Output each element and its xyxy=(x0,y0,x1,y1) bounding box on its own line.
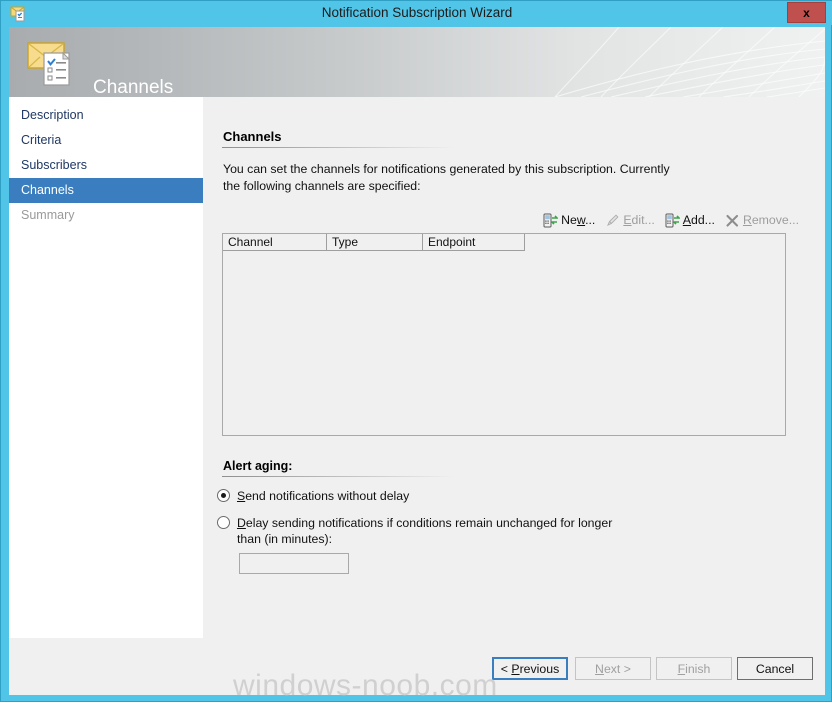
sidebar-item-label: Description xyxy=(21,108,84,122)
finish-button: Finish xyxy=(656,657,732,680)
wizard-footer: < Previous Next > Finish Cancel xyxy=(9,638,825,695)
alert-aging-title: Alert aging: xyxy=(223,459,293,473)
title-divider xyxy=(222,147,454,148)
new-channel-label: New... xyxy=(561,213,596,227)
add-channel-button[interactable]: Add... xyxy=(663,212,717,229)
add-channel-label: Add... xyxy=(682,213,715,227)
pencil-icon xyxy=(605,213,620,228)
column-header-type[interactable]: Type xyxy=(327,234,423,251)
wizard-banner: Channels xyxy=(9,27,825,97)
new-channel-icon xyxy=(543,213,559,228)
channels-list-body[interactable] xyxy=(223,252,785,435)
sidebar-item-label: Summary xyxy=(21,208,75,222)
cancel-button[interactable]: Cancel xyxy=(737,657,813,680)
channel-toolbar: New... Edit... Add... Remove... xyxy=(541,209,801,231)
add-channel-icon xyxy=(665,213,680,228)
next-button: Next > xyxy=(575,657,651,680)
banner-mesh-decoration xyxy=(554,27,825,97)
column-header-channel[interactable]: Channel xyxy=(223,234,327,251)
edit-channel-button: Edit... xyxy=(603,212,656,229)
x-cross-icon xyxy=(725,213,740,228)
radio-send-without-delay-label: Send notifications without delay xyxy=(237,489,410,503)
previous-button[interactable]: < Previous xyxy=(492,657,568,680)
radio-send-without-delay[interactable]: Send notifications without delay xyxy=(217,488,637,504)
window-title: Notification Subscription Wizard xyxy=(321,5,513,20)
banner-title: Channels xyxy=(93,77,174,97)
remove-channel-label: Remove... xyxy=(742,213,799,227)
channels-list-header: Channel Type Endpoint xyxy=(223,234,525,251)
edit-channel-label: Edit... xyxy=(623,213,655,227)
delay-minutes-input[interactable] xyxy=(239,553,349,574)
page-description: You can set the channels for notificatio… xyxy=(223,162,670,193)
radio-delay-sending[interactable]: Delay sending notifications if condition… xyxy=(217,515,637,547)
radio-indicator xyxy=(217,516,230,529)
channels-list[interactable]: Channel Type Endpoint xyxy=(222,233,786,436)
radio-delay-sending-label: Delay sending notifications if condition… xyxy=(237,516,613,546)
alert-aging-divider xyxy=(222,476,454,477)
wizard-step-nav: Description Criteria Subscribers Channel… xyxy=(9,97,203,638)
column-header-endpoint[interactable]: Endpoint xyxy=(423,234,525,251)
sidebar-item-subscribers[interactable]: Subscribers xyxy=(9,153,203,178)
sidebar-item-summary: Summary xyxy=(9,203,203,228)
close-button[interactable]: x xyxy=(787,2,826,23)
envelope-checklist-icon xyxy=(25,35,81,89)
page-title: Channels xyxy=(223,129,282,144)
wizard-window: Notification Subscription Wizard x Chann… xyxy=(0,0,832,702)
sidebar-item-label: Subscribers xyxy=(21,158,87,172)
sidebar-item-label: Criteria xyxy=(21,133,62,147)
sidebar-item-criteria[interactable]: Criteria xyxy=(9,128,203,153)
title-bar: Notification Subscription Wizard x xyxy=(1,1,832,25)
sidebar-item-channels[interactable]: Channels xyxy=(9,178,203,203)
sidebar-item-description[interactable]: Description xyxy=(9,103,203,128)
radio-indicator xyxy=(217,489,230,502)
new-channel-button[interactable]: New... xyxy=(541,212,597,229)
remove-channel-button: Remove... xyxy=(723,212,801,229)
sidebar-item-label: Channels xyxy=(21,183,74,197)
